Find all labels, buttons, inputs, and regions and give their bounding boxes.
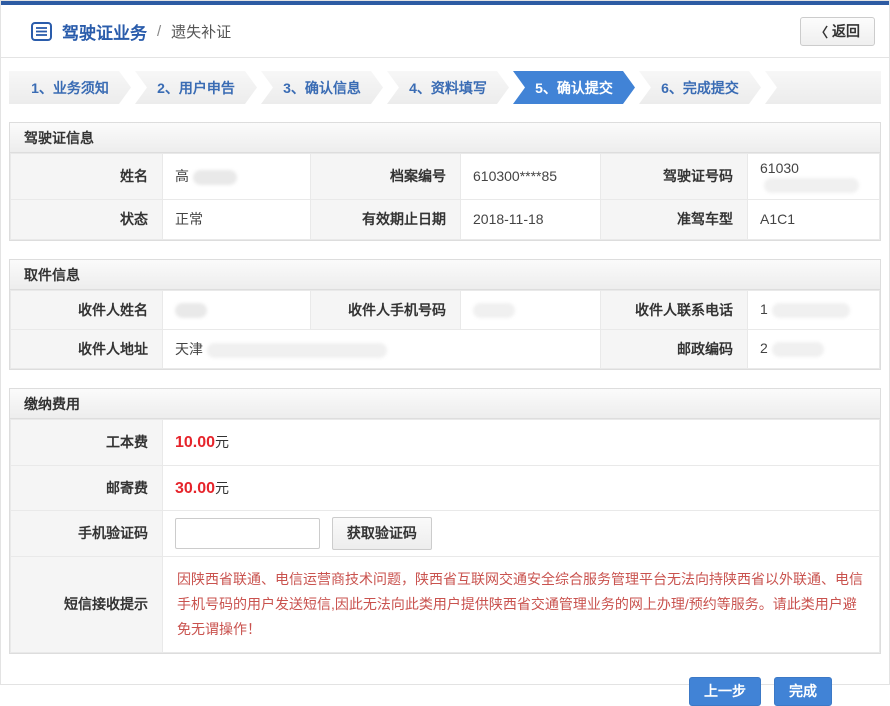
step-3-confirm-info: 3、确认信息	[261, 71, 383, 104]
table-row: 工本费 10.00元	[11, 419, 880, 465]
status-label: 状态	[11, 199, 163, 239]
postal-code-label: 邮政编码	[601, 329, 748, 368]
sms-notice-cell: 因陕西省联通、电信运营商技术问题，陕西省互联网交通安全综合服务管理平台无法向持陕…	[163, 556, 880, 652]
license-number-label: 驾驶证号码	[601, 154, 748, 200]
production-fee-label: 工本费	[11, 419, 163, 465]
recipient-address-label: 收件人地址	[11, 329, 163, 368]
redacted-value	[193, 170, 237, 185]
payment-section-title: 缴纳费用	[10, 389, 880, 419]
table-row: 姓名 高 档案编号 610300****85 驾驶证号码 61030	[11, 154, 880, 200]
recipient-name-value	[163, 290, 311, 329]
table-row: 手机验证码 获取验证码	[11, 510, 880, 556]
redacted-value	[772, 303, 850, 318]
name-label: 姓名	[11, 154, 163, 200]
recipient-phone-label: 收件人联系电话	[601, 290, 748, 329]
breadcrumb-current: 遗失补证	[171, 21, 231, 42]
file-number-value: 610300****85	[461, 154, 601, 200]
sms-notice-label: 短信接收提示	[11, 556, 163, 652]
license-number-value: 61030	[748, 154, 880, 200]
payment-table: 工本费 10.00元 邮寄费 30.00元 手机验证码 获取验证码 短信接收提示…	[10, 419, 880, 653]
page-header: 驾驶证业务 / 遗失补证 〈 返回	[1, 5, 889, 58]
sms-notice-text: 因陕西省联通、电信运营商技术问题，陕西省互联网交通安全综合服务管理平台无法向持陕…	[177, 567, 865, 642]
mailing-fee-label: 邮寄费	[11, 465, 163, 510]
recipient-mobile-label: 收件人手机号码	[311, 290, 461, 329]
table-row: 状态 正常 有效期止日期 2018-11-18 准驾车型 A1C1	[11, 199, 880, 239]
name-value: 高	[163, 154, 311, 200]
table-row: 邮寄费 30.00元	[11, 465, 880, 510]
table-row: 收件人姓名 收件人手机号码 收件人联系电话 1	[11, 290, 880, 329]
sms-code-input[interactable]	[175, 518, 320, 549]
pickup-section-title: 取件信息	[10, 260, 880, 290]
steps-filler	[765, 71, 881, 104]
finish-button[interactable]: 完成	[774, 677, 832, 706]
step-4-fill-materials: 4、资料填写	[387, 71, 509, 104]
production-fee-value: 10.00元	[163, 419, 880, 465]
sms-code-label: 手机验证码	[11, 510, 163, 556]
get-sms-code-button[interactable]: 获取验证码	[332, 517, 432, 550]
postal-code-value: 2	[748, 329, 880, 368]
expiry-date-value: 2018-11-18	[461, 199, 601, 239]
license-info-section: 驾驶证信息 姓名 高 档案编号 610300****85 驾驶证号码 61030…	[9, 122, 881, 241]
step-1-business-notice: 1、业务须知	[9, 71, 131, 104]
step-2-user-declaration: 2、用户申告	[135, 71, 257, 104]
vehicle-class-value: A1C1	[748, 199, 880, 239]
back-button[interactable]: 〈 返回	[800, 17, 875, 46]
pickup-info-section: 取件信息 收件人姓名 收件人手机号码 收件人联系电话 1 收件人地址 天津 邮政…	[9, 259, 881, 370]
back-button-label: 返回	[832, 21, 860, 41]
recipient-name-label: 收件人姓名	[11, 290, 163, 329]
chevron-left-icon: 〈	[815, 22, 828, 41]
footer-actions: 上一步 完成	[1, 654, 889, 706]
step-6-complete-submit: 6、完成提交	[639, 71, 761, 104]
expiry-date-label: 有效期止日期	[311, 199, 461, 239]
list-icon	[31, 22, 52, 41]
license-section-title: 驾驶证信息	[10, 123, 880, 153]
redacted-value	[207, 343, 387, 358]
previous-step-button[interactable]: 上一步	[689, 677, 761, 706]
step-5-confirm-submit: 5、确认提交	[513, 71, 635, 104]
redacted-value	[175, 303, 207, 318]
file-number-label: 档案编号	[311, 154, 461, 200]
license-info-table: 姓名 高 档案编号 610300****85 驾驶证号码 61030 状态 正常…	[10, 153, 880, 240]
page-title: 驾驶证业务	[62, 19, 147, 44]
redacted-value	[473, 303, 515, 318]
status-value: 正常	[163, 199, 311, 239]
redacted-value	[764, 178, 859, 193]
mailing-fee-value: 30.00元	[163, 465, 880, 510]
vehicle-class-label: 准驾车型	[601, 199, 748, 239]
payment-section: 缴纳费用 工本费 10.00元 邮寄费 30.00元 手机验证码 获取验证码 短…	[9, 388, 881, 654]
pickup-info-table: 收件人姓名 收件人手机号码 收件人联系电话 1 收件人地址 天津 邮政编码 2	[10, 290, 880, 369]
steps-bar: 1、业务须知 2、用户申告 3、确认信息 4、资料填写 5、确认提交 6、完成提…	[9, 71, 881, 104]
table-row: 短信接收提示 因陕西省联通、电信运营商技术问题，陕西省互联网交通安全综合服务管理…	[11, 556, 880, 652]
recipient-phone-value: 1	[748, 290, 880, 329]
recipient-mobile-value	[461, 290, 601, 329]
recipient-address-value: 天津	[163, 329, 601, 368]
sms-code-cell: 获取验证码	[163, 510, 880, 556]
redacted-value	[772, 342, 824, 357]
table-row: 收件人地址 天津 邮政编码 2	[11, 329, 880, 368]
breadcrumb-separator: /	[157, 23, 161, 40]
